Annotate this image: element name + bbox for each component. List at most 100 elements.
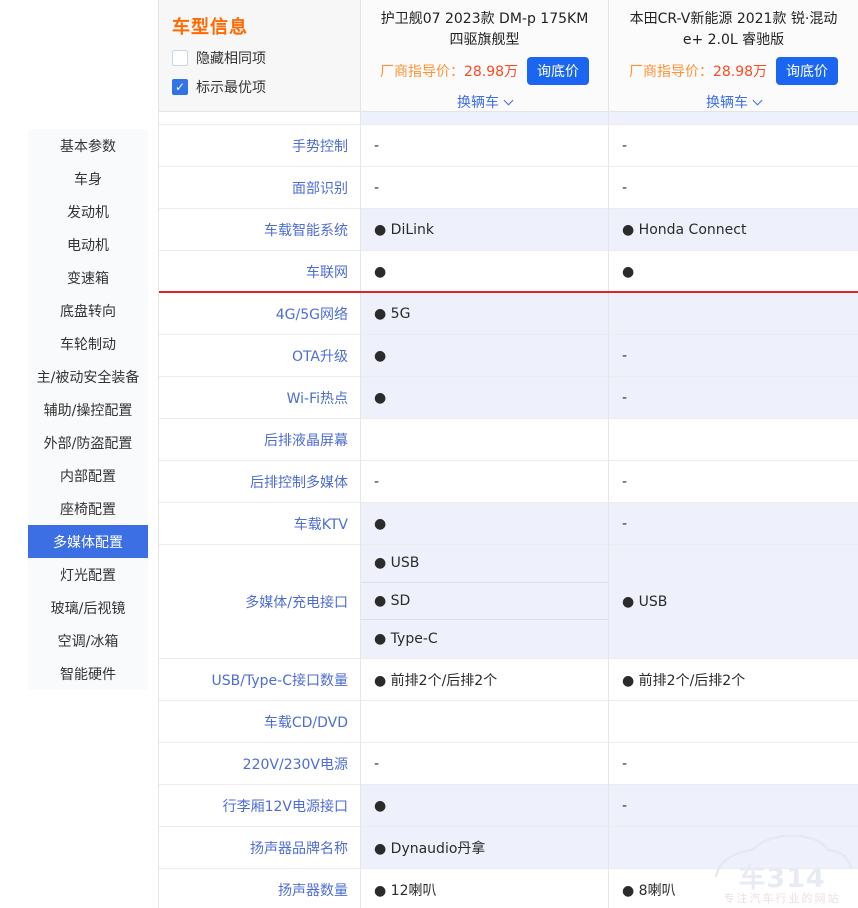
price-label: 厂商指导价： xyxy=(629,61,713,81)
sidebar-item[interactable]: 辅助/操控配置 xyxy=(28,393,148,426)
table-row: 多媒体/充电接口● USB● SD● Type-C● USB xyxy=(159,545,858,659)
value-subcell: ● SD xyxy=(361,583,608,621)
price-value: 28.98万 xyxy=(713,61,767,81)
sidebar-item[interactable]: 发动机 xyxy=(28,195,148,228)
table-row: 车联网●● xyxy=(159,251,858,293)
car1-value: ● DiLink xyxy=(361,209,609,250)
row-label[interactable]: 4G/5G网络 xyxy=(159,293,361,334)
price-value: 28.98万 xyxy=(464,61,518,81)
table-row: 车载智能系统● DiLink● Honda Connect xyxy=(159,209,858,251)
row-label[interactable]: 车载KTV xyxy=(159,503,361,544)
row-label[interactable]: USB/Type-C接口数量 xyxy=(159,659,361,700)
hide-same-checkbox[interactable]: ✓ 隐藏相同项 xyxy=(172,48,360,68)
row-label[interactable]: 220V/230V电源 xyxy=(159,743,361,784)
row-label[interactable]: 多媒体/充电接口 xyxy=(159,545,361,658)
row-label[interactable]: Wi-Fi热点 xyxy=(159,377,361,418)
car2-value: - xyxy=(609,167,858,208)
row-label[interactable]: 后排控制多媒体 xyxy=(159,461,361,502)
car2-value: ● xyxy=(609,251,858,292)
car2-value xyxy=(609,419,858,460)
inquiry-price-button[interactable]: 询底价 xyxy=(527,57,589,85)
table-row: 后排控制多媒体-- xyxy=(159,461,858,503)
car1-value: ● Dynaudio丹拿 xyxy=(361,827,609,868)
sidebar-item[interactable]: 车轮制动 xyxy=(28,327,148,360)
sidebar-item[interactable]: 空调/冰箱 xyxy=(28,624,148,657)
row-label[interactable]: OTA升级 xyxy=(159,335,361,376)
row-label[interactable]: 车载智能系统 xyxy=(159,209,361,250)
row-label[interactable]: 车联网 xyxy=(159,251,361,292)
sidebar-item[interactable]: 灯光配置 xyxy=(28,558,148,591)
price-label: 厂商指导价： xyxy=(380,61,464,81)
car2-value: - xyxy=(609,377,858,418)
table-row: OTA升级●- xyxy=(159,335,858,377)
row-label xyxy=(159,112,361,124)
chevron-down-icon xyxy=(504,95,514,105)
row-label[interactable]: 行李厢12V电源接口 xyxy=(159,785,361,826)
switch-car-link[interactable]: 换辆车 xyxy=(609,92,858,112)
row-label[interactable]: 手势控制 xyxy=(159,125,361,166)
row-label[interactable]: 车载CD/DVD xyxy=(159,701,361,742)
car2-value xyxy=(609,112,858,124)
car2-value: - xyxy=(609,335,858,376)
checkbox-label: 隐藏相同项 xyxy=(196,48,266,68)
car2-value: - xyxy=(609,743,858,784)
sidebar-item[interactable]: 智能硬件 xyxy=(28,657,148,690)
checkbox-box[interactable]: ✓ xyxy=(172,50,188,66)
sidebar-item[interactable]: 车身 xyxy=(28,162,148,195)
row-label[interactable]: 面部识别 xyxy=(159,167,361,208)
sidebar-item[interactable]: 主/被动安全装备 xyxy=(28,360,148,393)
car2-value: ● USB xyxy=(609,545,858,658)
car1-value: - xyxy=(361,125,609,166)
car1-value xyxy=(361,419,609,460)
comparison-panel: 车型信息 ✓ 隐藏相同项 ✓ 标示最优项 护卫舰07 2023款 DM-p 17… xyxy=(158,0,858,908)
row-label[interactable]: 扬声器数量 xyxy=(159,869,361,908)
value-subcell: ● USB xyxy=(361,545,608,583)
car1-value xyxy=(361,112,609,124)
row-label[interactable]: 后排液晶屏幕 xyxy=(159,419,361,460)
header-info-cell: 车型信息 ✓ 隐藏相同项 ✓ 标示最优项 xyxy=(159,0,361,111)
checkbox-label: 标示最优项 xyxy=(196,77,266,97)
car2-value xyxy=(609,701,858,742)
sidebar-item[interactable]: 电动机 xyxy=(28,228,148,261)
car2-value: ● 前排2个/后排2个 xyxy=(609,659,858,700)
car1-value: ● 前排2个/后排2个 xyxy=(361,659,609,700)
sidebar-item[interactable]: 底盘转向 xyxy=(28,294,148,327)
mark-best-checkbox[interactable]: ✓ 标示最优项 xyxy=(172,77,360,97)
sidebar-item[interactable]: 外部/防盗配置 xyxy=(28,426,148,459)
car2-name-line1: 本田CR-V新能源 2021款 锐·混动 xyxy=(609,9,858,30)
switch-car-link[interactable]: 换辆车 xyxy=(361,92,608,112)
value-subcell: ● Type-C xyxy=(361,620,608,658)
car2-value: - xyxy=(609,785,858,826)
table-row: 面部识别-- xyxy=(159,167,858,209)
inquiry-price-button[interactable]: 询底价 xyxy=(776,57,838,85)
table-row: 车载CD/DVD xyxy=(159,701,858,743)
car1-value: ● xyxy=(361,503,609,544)
partial-row xyxy=(159,112,858,125)
sidebar-item[interactable]: 内部配置 xyxy=(28,459,148,492)
car1-value: ● 12喇叭 xyxy=(361,869,609,908)
panel-title: 车型信息 xyxy=(172,13,360,39)
car1-value: - xyxy=(361,461,609,502)
checkbox-box[interactable]: ✓ xyxy=(172,79,188,95)
table-row: 扬声器数量● 12喇叭● 8喇叭 xyxy=(159,869,858,908)
car1-value: ● xyxy=(361,251,609,292)
table-row: USB/Type-C接口数量● 前排2个/后排2个● 前排2个/后排2个 xyxy=(159,659,858,701)
table-row: 行李厢12V电源接口●- xyxy=(159,785,858,827)
comparison-header: 车型信息 ✓ 隐藏相同项 ✓ 标示最优项 护卫舰07 2023款 DM-p 17… xyxy=(159,0,858,112)
sidebar-item[interactable]: 基本参数 xyxy=(28,129,148,162)
car2-name-line2: e+ 2.0L 睿驰版 xyxy=(609,30,858,51)
car1-value xyxy=(361,701,609,742)
sidebar-item[interactable]: 座椅配置 xyxy=(28,492,148,525)
switch-car-label: 换辆车 xyxy=(706,92,748,112)
sidebar-item[interactable]: 变速箱 xyxy=(28,261,148,294)
car2-value xyxy=(609,293,858,334)
sidebar-item[interactable]: 多媒体配置 xyxy=(28,525,148,558)
row-label[interactable]: 扬声器品牌名称 xyxy=(159,827,361,868)
sidebar-item[interactable]: 玻璃/后视镜 xyxy=(28,591,148,624)
table-row: Wi-Fi热点●- xyxy=(159,377,858,419)
car2-price-row: 厂商指导价： 28.98万 询底价 xyxy=(609,57,858,85)
table-row: 4G/5G网络● 5G xyxy=(159,293,858,335)
red-divider-line xyxy=(159,291,858,293)
car1-value: - xyxy=(361,167,609,208)
car2-value: ● Honda Connect xyxy=(609,209,858,250)
